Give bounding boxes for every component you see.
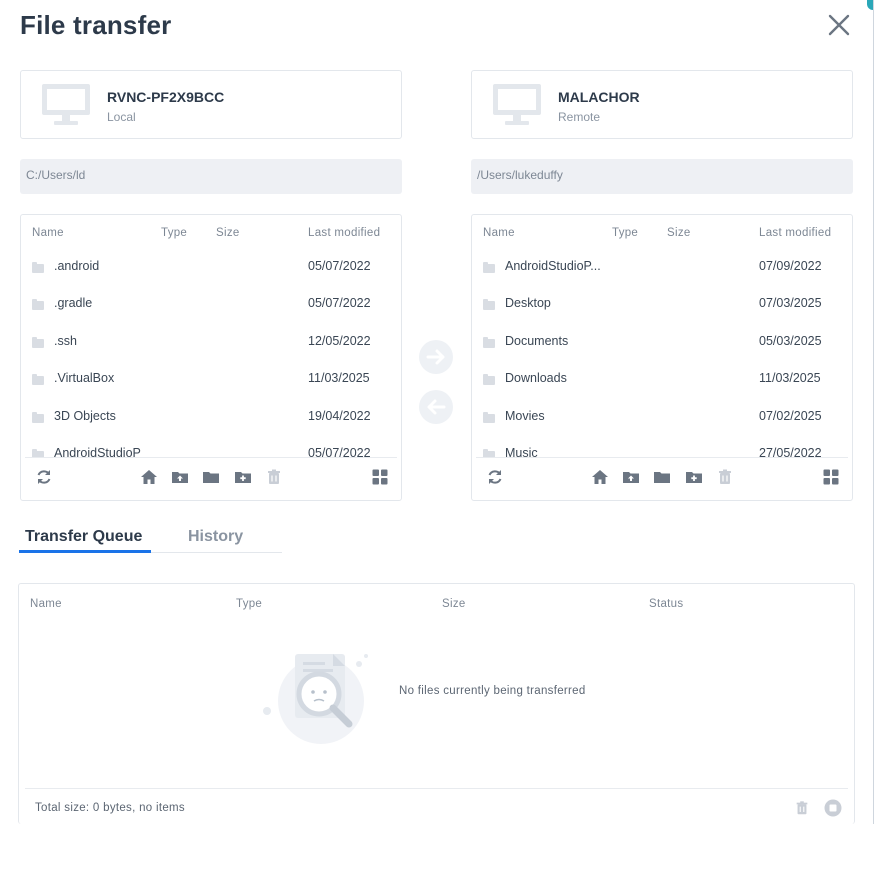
file-row[interactable]: AndroidStudioP... 07/09/2022 — [472, 259, 852, 296]
file-row[interactable]: .ssh 12/05/2022 — [21, 334, 401, 371]
refresh-icon[interactable] — [486, 468, 504, 486]
folder-icon — [32, 374, 44, 385]
local-machine-card: RVNC-PF2X9BCC Local — [20, 70, 402, 139]
open-folder-icon[interactable] — [653, 468, 671, 486]
queue-column-status[interactable]: Status — [649, 598, 683, 610]
column-header-size[interactable]: Size — [216, 227, 240, 239]
file-name: 3D Objects — [54, 409, 116, 423]
transfer-left-button[interactable] — [419, 390, 453, 424]
file-name: .gradle — [54, 296, 93, 310]
grid-view-icon[interactable] — [371, 468, 389, 486]
arrow-right-icon — [426, 349, 445, 365]
folder-icon — [483, 374, 495, 385]
window-corner-accent — [867, 0, 873, 10]
file-name: Movies — [505, 409, 545, 423]
file-name: .VirtualBox — [54, 371, 115, 385]
file-modified: 05/03/2025 — [759, 334, 822, 348]
column-header-name[interactable]: Name — [32, 227, 64, 239]
arrow-left-icon — [427, 399, 446, 415]
trash-icon[interactable] — [716, 468, 734, 486]
column-header-type[interactable]: Type — [161, 227, 187, 239]
folder-icon — [483, 412, 495, 423]
empty-search-illustration — [263, 654, 368, 744]
grid-view-icon[interactable] — [822, 468, 840, 486]
file-row[interactable]: 3D Objects 19/04/2022 — [21, 409, 401, 446]
file-modified: 07/03/2025 — [759, 296, 822, 310]
file-modified: 11/03/2025 — [308, 371, 370, 385]
local-toolbar — [25, 457, 397, 500]
file-transfer-dialog: File transfer RVNC-PF2X9BCC Local MALACH… — [0, 0, 874, 824]
monitor-icon — [493, 84, 541, 125]
refresh-icon[interactable] — [35, 468, 53, 486]
file-modified: 05/07/2022 — [308, 296, 371, 310]
column-header-name[interactable]: Name — [483, 227, 515, 239]
file-row[interactable]: .android 05/07/2022 — [21, 259, 401, 296]
open-folder-icon[interactable] — [202, 468, 220, 486]
close-icon[interactable] — [826, 12, 852, 38]
new-folder-icon[interactable] — [685, 468, 703, 486]
remote-path-field[interactable]: /Users/lukeduffy — [471, 159, 853, 194]
remote-file-list: Name Type Size Last modified AndroidStud… — [471, 214, 853, 501]
file-modified: 05/07/2022 — [308, 259, 371, 273]
folder-icon — [32, 262, 44, 273]
transfer-queue-panel: Name Type Size Status No files currently… — [18, 583, 855, 824]
queue-total-size: Total size: 0 bytes, no items — [35, 802, 185, 814]
remote-machine-role: Remote — [558, 110, 601, 124]
column-header-size[interactable]: Size — [667, 227, 691, 239]
new-folder-icon[interactable] — [234, 468, 252, 486]
queue-column-type[interactable]: Type — [236, 598, 262, 610]
column-header-last-modified[interactable]: Last modified — [759, 227, 831, 239]
tab-transfer-queue[interactable]: Transfer Queue — [25, 528, 142, 546]
file-name: .ssh — [54, 334, 77, 348]
local-machine-name: RVNC-PF2X9BCC — [107, 89, 225, 105]
file-name: Documents — [505, 334, 569, 348]
remote-toolbar — [476, 457, 848, 500]
tab-history[interactable]: History — [188, 528, 243, 546]
file-modified: 11/03/2025 — [759, 371, 821, 385]
folder-icon — [483, 299, 495, 310]
queue-column-name[interactable]: Name — [30, 598, 62, 610]
home-icon[interactable] — [591, 468, 609, 486]
queue-tabs: Transfer Queue History — [19, 522, 282, 553]
file-modified: 07/09/2022 — [759, 259, 822, 273]
folder-icon — [32, 299, 44, 310]
home-icon[interactable] — [140, 468, 158, 486]
trash-icon[interactable] — [794, 799, 810, 817]
column-header-type[interactable]: Type — [612, 227, 638, 239]
file-name: Desktop — [505, 296, 551, 310]
local-machine-role: Local — [107, 110, 136, 124]
upload-folder-icon[interactable] — [622, 468, 640, 486]
file-modified: 07/02/2025 — [759, 409, 822, 423]
transfer-right-button[interactable] — [419, 340, 453, 374]
upload-folder-icon[interactable] — [171, 468, 189, 486]
monitor-icon — [42, 84, 90, 125]
file-row[interactable]: Documents 05/03/2025 — [472, 334, 852, 371]
queue-footer: Total size: 0 bytes, no items — [25, 788, 848, 825]
stop-icon[interactable] — [824, 799, 842, 817]
queue-column-size[interactable]: Size — [442, 598, 466, 610]
dialog-title: File transfer — [20, 10, 172, 40]
empty-queue-message: No files currently being transferred — [399, 685, 586, 697]
file-modified: 19/04/2022 — [308, 409, 371, 423]
file-modified: 12/05/2022 — [308, 334, 371, 348]
local-file-list: Name Type Size Last modified .android 05… — [20, 214, 402, 501]
folder-icon — [32, 337, 44, 348]
trash-icon[interactable] — [265, 468, 283, 486]
file-name: AndroidStudioP... — [505, 259, 601, 273]
file-row[interactable]: .gradle 05/07/2022 — [21, 296, 401, 333]
active-tab-indicator — [19, 550, 151, 553]
remote-machine-name: MALACHOR — [558, 89, 640, 105]
local-path-field[interactable]: C:/Users/ld — [20, 159, 402, 194]
file-row[interactable]: Desktop 07/03/2025 — [472, 296, 852, 333]
folder-icon — [483, 262, 495, 273]
folder-icon — [32, 412, 44, 423]
file-name: .android — [54, 259, 100, 273]
remote-machine-card: MALACHOR Remote — [471, 70, 853, 139]
file-row[interactable]: Downloads 11/03/2025 — [472, 371, 852, 408]
column-header-last-modified[interactable]: Last modified — [308, 227, 380, 239]
file-row[interactable]: .VirtualBox 11/03/2025 — [21, 371, 401, 408]
file-name: Downloads — [505, 371, 567, 385]
folder-icon — [483, 337, 495, 348]
file-row[interactable]: Movies 07/02/2025 — [472, 409, 852, 446]
